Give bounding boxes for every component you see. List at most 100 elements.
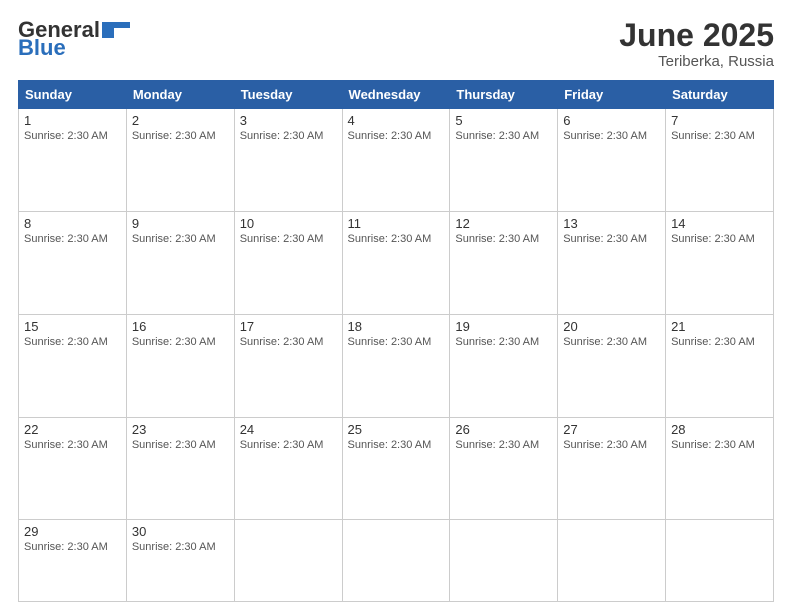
day-number: 14 [671, 216, 768, 231]
table-row: 27 Sunrise: 2:30 AM [558, 417, 666, 520]
table-row: 22 Sunrise: 2:30 AM [19, 417, 127, 520]
day-number: 24 [240, 422, 337, 437]
day-number: 22 [24, 422, 121, 437]
table-row: 1 Sunrise: 2:30 AM [19, 109, 127, 212]
sunrise-text: Sunrise: 2:30 AM [24, 336, 108, 348]
table-row: 9 Sunrise: 2:30 AM [126, 212, 234, 315]
table-row: 20 Sunrise: 2:30 AM [558, 314, 666, 417]
day-number: 9 [132, 216, 229, 231]
day-number: 18 [348, 319, 445, 334]
day-number: 26 [455, 422, 552, 437]
table-row: 8 Sunrise: 2:30 AM [19, 212, 127, 315]
calendar-table: Sunday Monday Tuesday Wednesday Thursday… [18, 80, 774, 602]
table-row: 10 Sunrise: 2:30 AM [234, 212, 342, 315]
table-row: 5 Sunrise: 2:30 AM [450, 109, 558, 212]
logo-flag-icon [102, 20, 132, 38]
table-row: 6 Sunrise: 2:30 AM [558, 109, 666, 212]
sunrise-text: Sunrise: 2:30 AM [563, 130, 647, 142]
day-number: 28 [671, 422, 768, 437]
table-row: 30Sunrise: 2:30 AM [126, 520, 234, 602]
table-row: 26 Sunrise: 2:30 AM [450, 417, 558, 520]
table-row: 25 Sunrise: 2:30 AM [342, 417, 450, 520]
sunrise-text: Sunrise: 2:30 AM [24, 541, 108, 553]
day-number: 20 [563, 319, 660, 334]
header-saturday: Saturday [666, 81, 774, 109]
table-row: 14 Sunrise: 2:30 AM [666, 212, 774, 315]
day-number: 4 [348, 113, 445, 128]
logo-blue: Blue [18, 36, 66, 60]
day-number: 19 [455, 319, 552, 334]
day-number: 2 [132, 113, 229, 128]
sunrise-text: Sunrise: 2:30 AM [563, 336, 647, 348]
sunrise-text: Sunrise: 2:30 AM [132, 233, 216, 245]
sunrise-text: Sunrise: 2:30 AM [348, 233, 432, 245]
page: General Blue June 2025 Teriberka, Russia… [0, 0, 792, 612]
day-number: 10 [240, 216, 337, 231]
table-row [234, 520, 342, 602]
table-row: 18 Sunrise: 2:30 AM [342, 314, 450, 417]
day-number: 29 [24, 524, 121, 539]
sunrise-text: Sunrise: 2:30 AM [240, 439, 324, 451]
day-number: 7 [671, 113, 768, 128]
day-number: 16 [132, 319, 229, 334]
table-row: 28 Sunrise: 2:30 AM [666, 417, 774, 520]
day-number: 1 [24, 113, 121, 128]
sunrise-text: Sunrise: 2:30 AM [455, 130, 539, 142]
table-row: 21 Sunrise: 2:30 AM [666, 314, 774, 417]
day-number: 17 [240, 319, 337, 334]
sunrise-text: Sunrise: 2:30 AM [455, 336, 539, 348]
day-number: 6 [563, 113, 660, 128]
sunrise-text: Sunrise: 2:30 AM [671, 439, 755, 451]
day-number: 11 [348, 216, 445, 231]
header: General Blue June 2025 Teriberka, Russia [18, 18, 774, 70]
day-number: 30 [132, 524, 229, 539]
sunrise-text: Sunrise: 2:30 AM [240, 130, 324, 142]
sunrise-text: Sunrise: 2:30 AM [24, 130, 108, 142]
day-number: 27 [563, 422, 660, 437]
table-row: 4 Sunrise: 2:30 AM [342, 109, 450, 212]
day-number: 15 [24, 319, 121, 334]
sunrise-text: Sunrise: 2:30 AM [455, 233, 539, 245]
day-number: 21 [671, 319, 768, 334]
day-number: 5 [455, 113, 552, 128]
sunrise-text: Sunrise: 2:30 AM [240, 336, 324, 348]
sunrise-text: Sunrise: 2:30 AM [671, 336, 755, 348]
header-monday: Monday [126, 81, 234, 109]
table-row: 13 Sunrise: 2:30 AM [558, 212, 666, 315]
sunrise-text: Sunrise: 2:30 AM [24, 439, 108, 451]
sunrise-text: Sunrise: 2:30 AM [348, 130, 432, 142]
sunrise-text: Sunrise: 2:30 AM [132, 439, 216, 451]
sunrise-text: Sunrise: 2:30 AM [348, 439, 432, 451]
table-row: 19 Sunrise: 2:30 AM [450, 314, 558, 417]
month-title: June 2025 [619, 18, 774, 53]
sunrise-text: Sunrise: 2:30 AM [24, 233, 108, 245]
table-row: 29 Sunrise: 2:30 AM [19, 520, 127, 602]
sunrise-text: Sunrise: 2:30 AM [671, 233, 755, 245]
header-friday: Friday [558, 81, 666, 109]
table-row: 24 Sunrise: 2:30 AM [234, 417, 342, 520]
table-row: 17 Sunrise: 2:30 AM [234, 314, 342, 417]
sunrise-text: Sunrise: 2:30 AM [132, 336, 216, 348]
sunrise-text: Sunrise: 2:30 AM [348, 336, 432, 348]
day-number: 13 [563, 216, 660, 231]
location-subtitle: Teriberka, Russia [619, 53, 774, 70]
title-block: June 2025 Teriberka, Russia [619, 18, 774, 70]
header-sunday: Sunday [19, 81, 127, 109]
day-number: 12 [455, 216, 552, 231]
sunrise-text: Sunrise: 2:30 AM [563, 439, 647, 451]
logo: General Blue [18, 18, 132, 60]
table-row [342, 520, 450, 602]
day-number: 25 [348, 422, 445, 437]
calendar-header-row: Sunday Monday Tuesday Wednesday Thursday… [19, 81, 774, 109]
sunrise-text: Sunrise: 2:30 AM [240, 233, 324, 245]
table-row: 15 Sunrise: 2:30 AM [19, 314, 127, 417]
table-row: 7 Sunrise: 2:30 AM [666, 109, 774, 212]
sunrise-text: Sunrise: 2:30 AM [671, 130, 755, 142]
day-number: 3 [240, 113, 337, 128]
sunrise-text: Sunrise: 2:30 AM [563, 233, 647, 245]
table-row: 2Sunrise: 2:30 AM [126, 109, 234, 212]
day-number: 8 [24, 216, 121, 231]
header-tuesday: Tuesday [234, 81, 342, 109]
sunrise-text: Sunrise: 2:30 AM [455, 439, 539, 451]
table-row: 23Sunrise: 2:30 AM [126, 417, 234, 520]
